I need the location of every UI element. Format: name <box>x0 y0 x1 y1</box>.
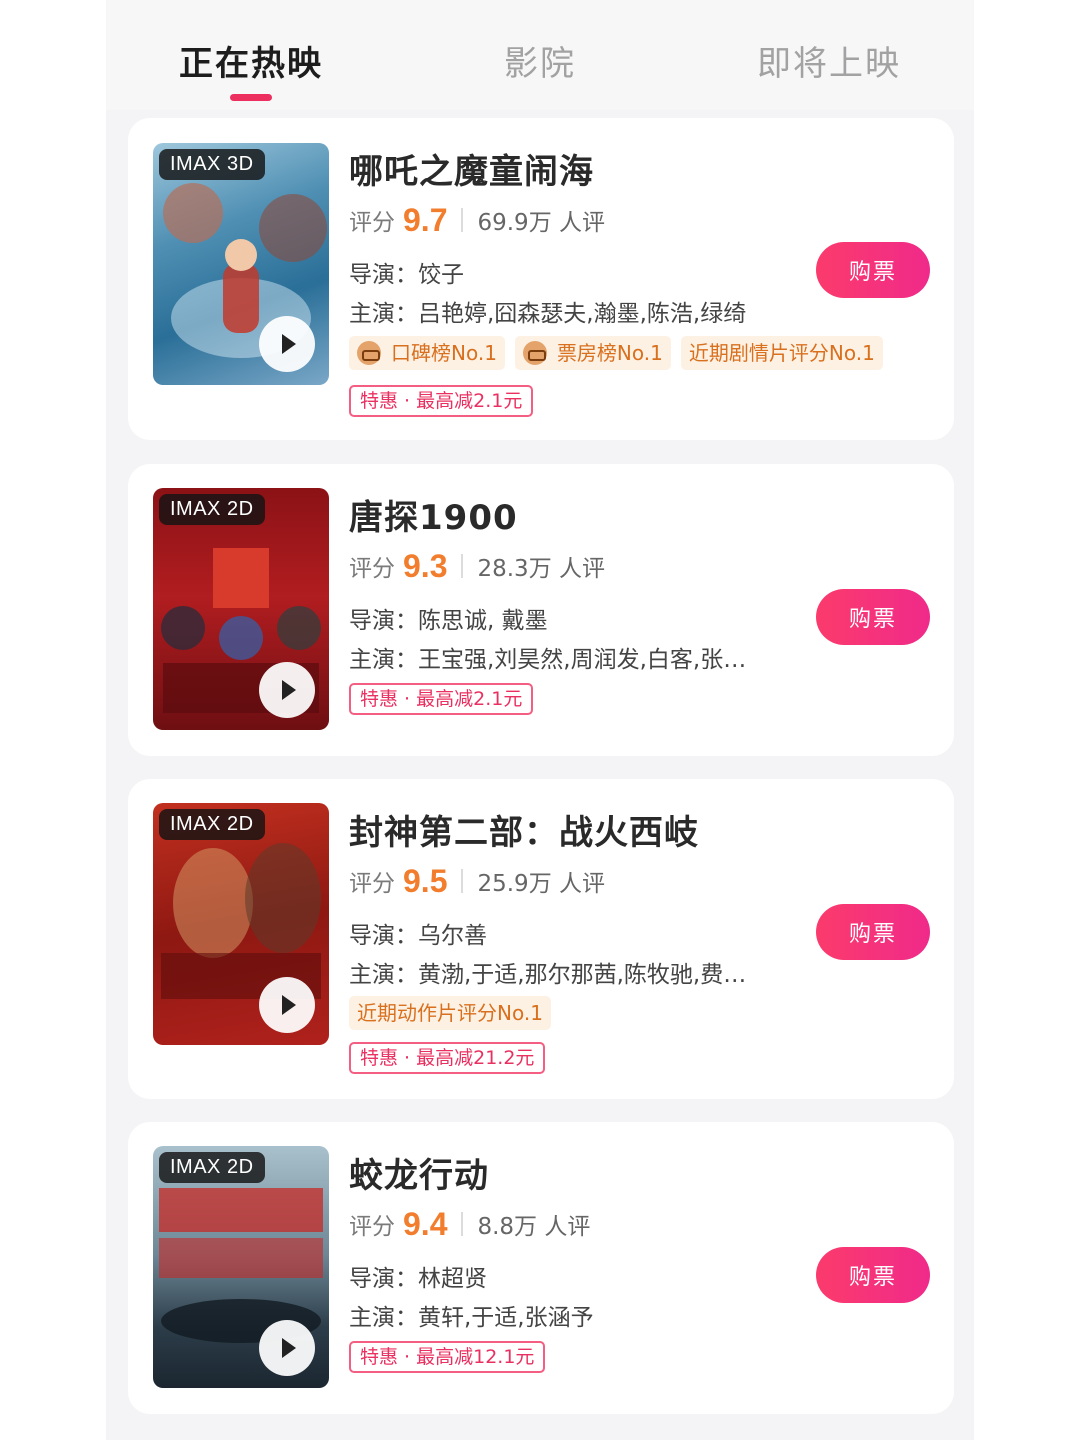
ranking-tag-text: 口碑榜No.1 <box>391 341 497 365</box>
movie-title[interactable]: 哪吒之魔童闹海 <box>349 144 594 193</box>
director-name: 饺子 <box>418 262 464 288</box>
buy-ticket-button[interactable]: 购票 <box>816 904 930 960</box>
tab-coming-soon[interactable]: 即将上映 <box>757 36 901 85</box>
movie-poster[interactable]: IMAX 3D <box>153 143 329 385</box>
promo-badge: 特惠 · 最高减21.2元 <box>349 1042 546 1074</box>
director-line: 导演：陈思诚, 戴墨 <box>349 601 548 635</box>
cast-line: 主演：黄渤,于适,那尔那茜,陈牧驰,费… <box>349 955 746 989</box>
ranking-tag[interactable]: 近期动作片评分No.1 <box>349 996 551 1030</box>
cast-names: 王宝强,刘昊然,周润发,白客,张… <box>418 647 747 673</box>
cast-label: 主演： <box>349 1305 418 1331</box>
buy-ticket-button[interactable]: 购票 <box>816 1247 930 1303</box>
review-suffix: 人评 <box>559 210 606 236</box>
director-label: 导演： <box>349 608 418 634</box>
director-name: 林超贤 <box>418 1266 487 1292</box>
director-name: 陈思诚, 戴墨 <box>418 608 548 634</box>
director-line: 导演：乌尔善 <box>349 916 487 950</box>
ranking-tag-text: 票房榜No.1 <box>556 341 663 365</box>
movie-card[interactable]: IMAX 2D 蛟龙行动 评分 9.4 8.8万 人评 导演：林超贤 主演：黄轩… <box>128 1122 954 1414</box>
movie-title[interactable]: 蛟龙行动 <box>349 1148 489 1197</box>
play-trailer-icon[interactable] <box>259 1320 315 1376</box>
play-trailer-icon[interactable] <box>259 662 315 718</box>
promo-badge: 特惠 · 最高减2.1元 <box>349 683 534 715</box>
cast-line: 主演：王宝强,刘昊然,周润发,白客,张… <box>349 640 746 674</box>
review-suffix: 人评 <box>559 556 606 582</box>
format-badge: IMAX 3D <box>159 149 265 180</box>
director-name: 乌尔善 <box>418 923 487 949</box>
tab-cinemas[interactable]: 影院 <box>504 36 576 85</box>
promo-badge: 特惠 · 最高减2.1元 <box>349 385 534 417</box>
ranking-tag-text: 近期剧情片评分No.1 <box>688 341 875 365</box>
cast-names: 吕艳婷,囧森瑟夫,瀚墨,陈浩,绿绮 <box>418 301 747 327</box>
rating-label: 评分 <box>349 1214 395 1240</box>
buy-ticket-button[interactable]: 购票 <box>816 242 930 298</box>
rating-score: 9.4 <box>403 1205 448 1242</box>
rating-label: 评分 <box>349 556 395 582</box>
rating-row: 评分 9.7 69.9万 人评 <box>349 202 605 238</box>
cast-label: 主演： <box>349 647 418 673</box>
rating-score: 9.3 <box>403 547 448 584</box>
promo-badge: 特惠 · 最高减12.1元 <box>349 1341 546 1373</box>
director-line: 导演：饺子 <box>349 255 464 289</box>
cast-names: 黄轩,于适,张涵予 <box>418 1305 594 1331</box>
review-count: 8.8万 <box>477 1214 538 1240</box>
director-line: 导演：林超贤 <box>349 1259 487 1293</box>
movie-card[interactable]: IMAX 2D 封神第二部：战火西岐 评分 9.5 25.9万 人评 导演：乌尔… <box>128 779 954 1099</box>
cast-line: 主演：黄轩,于适,张涵予 <box>349 1298 594 1332</box>
active-tab-indicator <box>230 94 272 101</box>
divider <box>461 554 464 578</box>
play-trailer-icon[interactable] <box>259 977 315 1033</box>
rating-score: 9.7 <box>403 201 448 238</box>
review-count: 69.9万 <box>477 210 552 236</box>
movie-title[interactable]: 封神第二部：战火西岐 <box>349 805 699 854</box>
rating-row: 评分 9.4 8.8万 人评 <box>349 1206 590 1242</box>
ranking-tags: 口碑榜No.1 票房榜No.1 近期剧情片评分No.1 <box>349 336 893 370</box>
ranking-tag[interactable]: 口碑榜No.1 <box>349 336 505 370</box>
rating-score: 9.5 <box>403 862 448 899</box>
cast-label: 主演： <box>349 962 418 988</box>
format-badge: IMAX 2D <box>159 1152 265 1183</box>
format-badge: IMAX 2D <box>159 494 265 525</box>
ranking-tag[interactable]: 近期剧情片评分No.1 <box>680 336 883 370</box>
mascot-icon <box>522 341 547 365</box>
rating-row: 评分 9.5 25.9万 人评 <box>349 863 605 899</box>
divider <box>461 869 464 893</box>
play-trailer-icon[interactable] <box>259 316 315 372</box>
mascot-icon <box>357 341 381 365</box>
review-suffix: 人评 <box>544 1214 591 1240</box>
ranking-tag[interactable]: 票房榜No.1 <box>514 336 671 370</box>
movie-poster[interactable]: IMAX 2D <box>153 488 329 730</box>
director-label: 导演： <box>349 1266 418 1292</box>
buy-ticket-button[interactable]: 购票 <box>816 589 930 645</box>
ranking-tags: 近期动作片评分No.1 <box>349 996 561 1030</box>
divider <box>461 208 464 232</box>
format-badge: IMAX 2D <box>159 809 265 840</box>
rating-row: 评分 9.3 28.3万 人评 <box>349 548 605 584</box>
movie-poster[interactable]: IMAX 2D <box>153 803 329 1045</box>
review-count: 28.3万 <box>477 556 552 582</box>
director-label: 导演： <box>349 923 418 949</box>
movie-card[interactable]: IMAX 3D 哪吒之魔童闹海 评分 9.7 69.9万 人评 导演：饺子 主演… <box>128 118 954 440</box>
app-frame: 正在热映 影院 即将上映 IMAX 3D 哪吒之魔童闹海 评分 9.7 69.9… <box>106 0 974 1440</box>
movie-poster[interactable]: IMAX 2D <box>153 1146 329 1388</box>
director-label: 导演： <box>349 262 418 288</box>
top-tab-bar: 正在热映 影院 即将上映 <box>106 0 974 110</box>
review-suffix: 人评 <box>559 871 606 897</box>
rating-label: 评分 <box>349 210 395 236</box>
rating-label: 评分 <box>349 871 395 897</box>
cast-line: 主演：吕艳婷,囧森瑟夫,瀚墨,陈浩,绿绮 <box>349 294 746 328</box>
movie-title[interactable]: 唐探1900 <box>349 490 518 539</box>
review-count: 25.9万 <box>477 871 552 897</box>
ranking-tag-text: 近期动作片评分No.1 <box>357 1001 543 1025</box>
movie-card[interactable]: IMAX 2D 唐探1900 评分 9.3 28.3万 人评 导演：陈思诚, 戴… <box>128 464 954 756</box>
divider <box>461 1212 464 1236</box>
cast-names: 黄渤,于适,那尔那茜,陈牧驰,费… <box>418 962 747 988</box>
tab-now-showing[interactable]: 正在热映 <box>179 36 323 85</box>
cast-label: 主演： <box>349 301 418 327</box>
